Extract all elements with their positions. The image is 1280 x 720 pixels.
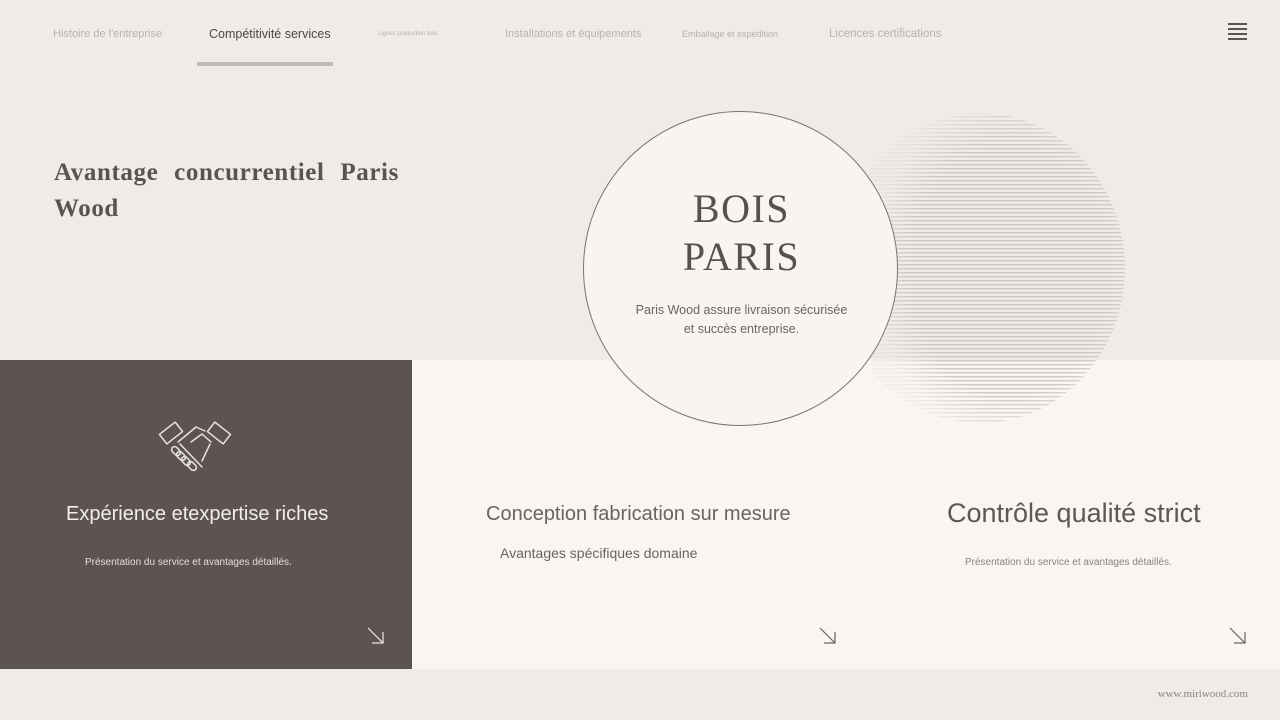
arrow-down-right-icon[interactable] [818,626,838,646]
brand-text-line-2: et succès entreprise. [683,322,800,336]
arrow-down-right-icon[interactable] [366,626,386,646]
card-title-experience-expertise: Expérience etexpertise riches [66,503,329,525]
card-description-custom-manufacturing: Avantages spécifiques domaine [500,545,698,561]
card-title-custom-manufacturing: Conception fabrication sur mesure [486,503,791,525]
footer-website-link[interactable]: www.miriwood.com [1158,688,1248,700]
brand-circle: BOIS PARIS Paris Wood assure livraison s… [583,111,898,426]
striped-disc-decoration [870,113,1125,423]
arrow-down-right-icon[interactable] [1228,626,1248,646]
active-tab-indicator [197,62,333,66]
experience-card: Expérience etexpertise riches Présentati… [0,360,412,669]
nav-item-facilities-equipment[interactable]: Installations et équipements [505,26,641,42]
brand-text-line-1: Paris Wood assure livraison sécurisée [635,303,848,317]
nav-item-licenses-certifications[interactable]: Licences certifications [829,26,942,42]
page-title: Avantage concurrentiel Paris Wood [54,159,399,222]
nav-item-packaging-shipping[interactable]: Emballage et expédition [682,26,778,42]
card-title-quality-control: Contrôle qualité strict [947,498,1201,528]
brand-title-line-1: BOIS [692,186,791,231]
card-description-quality-control: Présentation du service et avantages dét… [965,557,1172,568]
handshake-icon [158,421,232,472]
brand-title-line-2: PARIS [682,234,801,279]
services-panel: Conception fabrication sur mesure Avanta… [412,360,1280,669]
nav-item-wood-production-lines[interactable]: Lignes production bois [378,26,438,42]
hamburger-menu-icon[interactable] [1226,23,1249,43]
nav-item-company-history[interactable]: Histoire de l'entreprise [53,26,162,42]
card-description-experience-expertise: Présentation du service et avantages dét… [85,557,292,568]
nav-item-service-competitiveness[interactable]: Compétitivité services [209,26,331,42]
top-navigation: Histoire de l'entreprise Compétitivité s… [0,0,1280,70]
